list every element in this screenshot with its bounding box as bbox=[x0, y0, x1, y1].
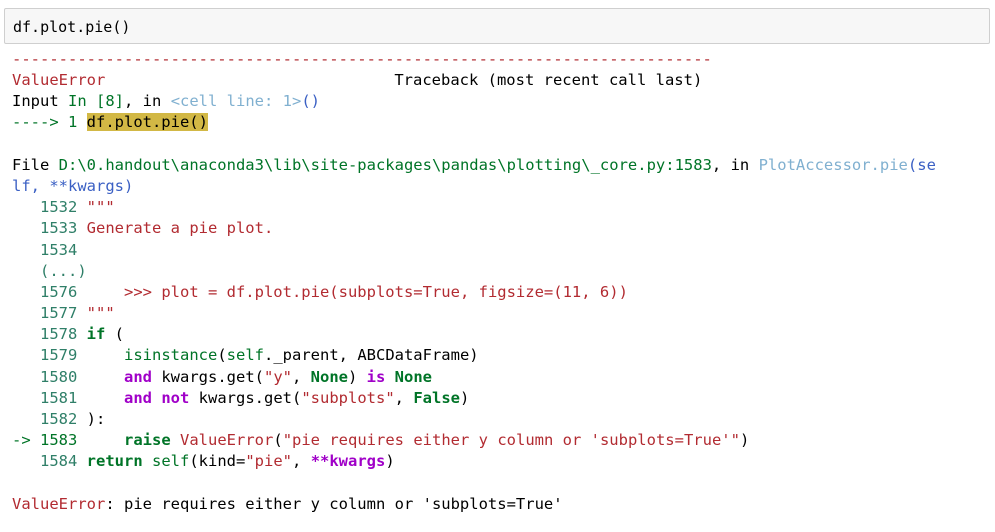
code-input-cell[interactable]: df.plot.pie() bbox=[4, 8, 990, 44]
code-line-1533: 1533 Generate a pie plot. bbox=[12, 218, 988, 239]
keyword: if bbox=[86, 325, 106, 344]
operator: **kwargs bbox=[310, 452, 386, 471]
file-prefix: File bbox=[12, 155, 59, 174]
func-args-b: lf bbox=[12, 176, 31, 195]
line-number: 1581 bbox=[40, 388, 78, 407]
code-input-text[interactable]: df.plot.pie() bbox=[13, 18, 130, 36]
code-ellipsis: (...) bbox=[12, 261, 988, 282]
code-line-1532: 1532 """ bbox=[12, 197, 988, 218]
line-code: ) bbox=[385, 452, 395, 471]
func-args-d: **kwargs bbox=[49, 176, 124, 195]
line-code: , bbox=[291, 367, 311, 386]
string: "pie requires either y column or 'subplo… bbox=[282, 431, 740, 450]
final-error-message: : pie requires either y column or 'subpl… bbox=[105, 494, 563, 513]
final-error-line: ValueError: pie requires either y column… bbox=[12, 494, 988, 515]
input-label: Input bbox=[12, 92, 59, 111]
paren: ( bbox=[273, 431, 283, 450]
code-line-1583-current: -> 1583 raise ValueError("pie requires e… bbox=[12, 430, 988, 451]
code-line-1581: 1581 and not kwargs.get("subplots", Fals… bbox=[12, 388, 988, 409]
line-code: kwargs.get( bbox=[152, 367, 264, 386]
keyword: and bbox=[124, 367, 152, 386]
keyword: is bbox=[366, 367, 386, 386]
highlighted-code: df.plot.pie() bbox=[86, 113, 208, 132]
line-number: 1582 bbox=[40, 410, 78, 428]
line-code: ) bbox=[460, 388, 470, 407]
keyword: raise bbox=[124, 431, 171, 450]
string: "pie" bbox=[245, 452, 293, 471]
line-number: 1584 bbox=[40, 452, 78, 471]
paren: ) bbox=[739, 431, 750, 450]
code-line-1576: 1576 >>> plot = df.plot.pie(subplots=Tru… bbox=[12, 282, 988, 303]
line-number: 1577 bbox=[40, 304, 78, 323]
input-reference-line: Input In [8], in <cell line: 1>() bbox=[12, 91, 988, 112]
line-code: , bbox=[292, 452, 311, 471]
line-code: >>> plot = df.plot.pie(subplots=True, fi… bbox=[86, 282, 628, 301]
line-number: 1533 bbox=[40, 219, 78, 238]
constant: False bbox=[413, 388, 460, 407]
constant: None bbox=[310, 367, 348, 386]
exception-name: ValueError bbox=[180, 431, 274, 450]
line-code: ._parent, ABCDataFrame) bbox=[264, 346, 479, 365]
line-code: """ bbox=[86, 198, 115, 217]
cell-ref: <cell line: 1> bbox=[170, 92, 302, 111]
line-code: (kind= bbox=[189, 452, 246, 471]
keyword: return bbox=[86, 452, 143, 471]
code-line-1534: 1534 bbox=[12, 240, 988, 261]
code-line-1582: 1582 ): bbox=[12, 409, 988, 430]
line-number: 1532 bbox=[40, 198, 78, 217]
traceback-header: ValueError Traceback (most recent call la… bbox=[12, 70, 988, 91]
func-open: ( bbox=[907, 155, 918, 174]
line-code: ): bbox=[86, 410, 106, 428]
line-number: 1576 bbox=[40, 282, 78, 301]
func-args-c: , bbox=[30, 176, 50, 195]
file-sep: , in bbox=[711, 155, 759, 174]
current-line-arrow: -> 1583 bbox=[12, 431, 78, 450]
keyword: not bbox=[161, 388, 190, 407]
constant: None bbox=[394, 367, 432, 386]
ellipsis: (...) bbox=[40, 261, 87, 280]
traceback-separator: ----------------------------------------… bbox=[12, 52, 712, 68]
file-path[interactable]: D:\0.handout\anaconda3\lib\site-packages… bbox=[59, 156, 712, 174]
in-label: In [8] bbox=[68, 92, 125, 111]
keyword: and bbox=[124, 388, 152, 407]
code-line-1579: 1579 isinstance(self._parent, ABCDataFra… bbox=[12, 345, 988, 366]
string: "subplots" bbox=[301, 388, 395, 407]
error-name: ValueError bbox=[12, 71, 106, 89]
line-code: """ bbox=[86, 304, 115, 323]
file-line: File D:\0.handout\anaconda3\lib\site-pac… bbox=[12, 155, 988, 176]
line-code: , bbox=[394, 388, 414, 407]
code-line-1584: 1584 return self(kind="pie", **kwargs) bbox=[12, 451, 988, 472]
self-kw: self bbox=[226, 346, 264, 365]
string: "y" bbox=[263, 367, 292, 386]
line-code: ) bbox=[347, 367, 367, 386]
code-line-1580: 1580 and kwargs.get("y", None) is None bbox=[12, 367, 988, 388]
builtin: isinstance bbox=[124, 346, 218, 365]
line-number: 1579 bbox=[40, 346, 78, 365]
traceback-title: Traceback (most recent call last) bbox=[394, 71, 703, 89]
final-error-name: ValueError bbox=[12, 494, 106, 513]
call-parens: () bbox=[301, 92, 321, 111]
self-kw: self bbox=[152, 452, 190, 471]
file-line-cont: lf, **kwargs) bbox=[12, 176, 988, 197]
arrow-line: ----> 1 df.plot.pie() bbox=[12, 112, 988, 133]
code-line-1577: 1577 """ bbox=[12, 303, 988, 324]
line-code: Generate a pie plot. bbox=[86, 219, 274, 238]
arrow-prefix: ----> 1 bbox=[12, 113, 87, 132]
paren: ( bbox=[217, 346, 227, 365]
line-number: 1580 bbox=[40, 367, 78, 386]
line-number: 1578 bbox=[40, 325, 78, 344]
in-sep: , in bbox=[124, 92, 171, 111]
func-args-a: se bbox=[917, 155, 936, 174]
function-name: PlotAccessor.pie bbox=[758, 155, 908, 174]
line-code: ( bbox=[105, 325, 125, 344]
traceback-output: ----------------------------------------… bbox=[12, 52, 988, 515]
line-number: 1534 bbox=[40, 240, 78, 259]
code-line-1578: 1578 if ( bbox=[12, 324, 988, 345]
func-close: ) bbox=[124, 176, 134, 195]
line-code: kwargs.get( bbox=[189, 388, 302, 407]
